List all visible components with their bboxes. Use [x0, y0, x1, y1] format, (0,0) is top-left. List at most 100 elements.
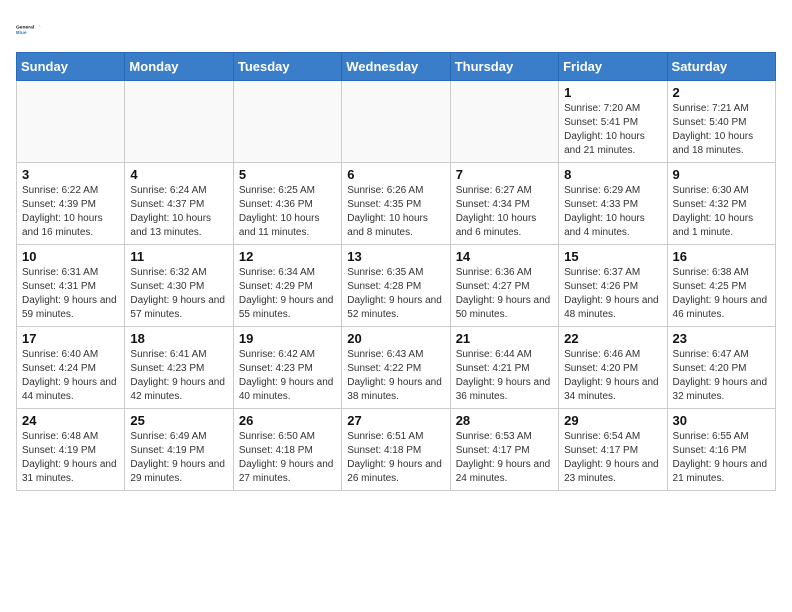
weekday-header: Sunday — [17, 53, 125, 81]
day-number: 2 — [673, 85, 770, 100]
day-info: Sunrise: 6:35 AM Sunset: 4:28 PM Dayligh… — [347, 266, 444, 322]
weekday-header: Saturday — [667, 53, 775, 81]
calendar-cell — [450, 81, 558, 163]
day-number: 27 — [347, 413, 444, 428]
calendar-cell: 28 Sunrise: 6:53 AM Sunset: 4:17 PM Dayli… — [450, 409, 558, 491]
day-info: Sunrise: 6:31 AM Sunset: 4:31 PM Dayligh… — [22, 266, 119, 322]
calendar-cell: 24 Sunrise: 6:48 AM Sunset: 4:19 PM Dayli… — [17, 409, 125, 491]
day-info: Sunrise: 6:55 AM Sunset: 4:16 PM Dayligh… — [673, 430, 770, 486]
calendar-cell: 20 Sunrise: 6:43 AM Sunset: 4:22 PM Dayli… — [342, 327, 450, 409]
day-info: Sunrise: 6:36 AM Sunset: 4:27 PM Dayligh… — [456, 266, 553, 322]
day-info: Sunrise: 6:24 AM Sunset: 4:37 PM Dayligh… — [130, 184, 227, 240]
day-info: Sunrise: 6:49 AM Sunset: 4:19 PM Dayligh… — [130, 430, 227, 486]
calendar-cell: 19 Sunrise: 6:42 AM Sunset: 4:23 PM Dayli… — [233, 327, 341, 409]
calendar-cell: 15 Sunrise: 6:37 AM Sunset: 4:26 PM Dayli… — [559, 245, 667, 327]
day-info: Sunrise: 6:27 AM Sunset: 4:34 PM Dayligh… — [456, 184, 553, 240]
day-number: 22 — [564, 331, 661, 346]
logo: GeneralBlue — [16, 16, 44, 44]
day-number: 23 — [673, 331, 770, 346]
day-info: Sunrise: 6:46 AM Sunset: 4:20 PM Dayligh… — [564, 348, 661, 404]
calendar-cell: 9 Sunrise: 6:30 AM Sunset: 4:32 PM Daylig… — [667, 163, 775, 245]
calendar-cell: 1 Sunrise: 7:20 AM Sunset: 5:41 PM Daylig… — [559, 81, 667, 163]
day-info: Sunrise: 6:53 AM Sunset: 4:17 PM Dayligh… — [456, 430, 553, 486]
day-info: Sunrise: 6:37 AM Sunset: 4:26 PM Dayligh… — [564, 266, 661, 322]
calendar-cell: 22 Sunrise: 6:46 AM Sunset: 4:20 PM Dayli… — [559, 327, 667, 409]
day-info: Sunrise: 6:40 AM Sunset: 4:24 PM Dayligh… — [22, 348, 119, 404]
calendar-cell: 10 Sunrise: 6:31 AM Sunset: 4:31 PM Dayli… — [17, 245, 125, 327]
day-info: Sunrise: 6:29 AM Sunset: 4:33 PM Dayligh… — [564, 184, 661, 240]
calendar-cell: 21 Sunrise: 6:44 AM Sunset: 4:21 PM Dayli… — [450, 327, 558, 409]
day-number: 10 — [22, 249, 119, 264]
calendar-cell: 5 Sunrise: 6:25 AM Sunset: 4:36 PM Daylig… — [233, 163, 341, 245]
day-info: Sunrise: 6:47 AM Sunset: 4:20 PM Dayligh… — [673, 348, 770, 404]
page-header: GeneralBlue — [16, 16, 776, 44]
day-number: 26 — [239, 413, 336, 428]
calendar-cell — [17, 81, 125, 163]
day-info: Sunrise: 6:43 AM Sunset: 4:22 PM Dayligh… — [347, 348, 444, 404]
calendar-cell: 3 Sunrise: 6:22 AM Sunset: 4:39 PM Daylig… — [17, 163, 125, 245]
day-number: 5 — [239, 167, 336, 182]
day-number: 24 — [22, 413, 119, 428]
day-info: Sunrise: 6:48 AM Sunset: 4:19 PM Dayligh… — [22, 430, 119, 486]
calendar-week-row: 17 Sunrise: 6:40 AM Sunset: 4:24 PM Dayli… — [17, 327, 776, 409]
day-info: Sunrise: 6:54 AM Sunset: 4:17 PM Dayligh… — [564, 430, 661, 486]
calendar-cell: 16Sunrise: 6:38 AM Sunset: 4:25 PM Dayli… — [667, 245, 775, 327]
calendar-cell — [125, 81, 233, 163]
day-info: Sunrise: 6:51 AM Sunset: 4:18 PM Dayligh… — [347, 430, 444, 486]
day-number: 30 — [673, 413, 770, 428]
day-info: Sunrise: 6:34 AM Sunset: 4:29 PM Dayligh… — [239, 266, 336, 322]
day-info: Sunrise: 6:44 AM Sunset: 4:21 PM Dayligh… — [456, 348, 553, 404]
day-number: 1 — [564, 85, 661, 100]
day-info: Sunrise: 6:32 AM Sunset: 4:30 PM Dayligh… — [130, 266, 227, 322]
day-info: Sunrise: 7:21 AM Sunset: 5:40 PM Dayligh… — [673, 102, 770, 158]
day-number: 29 — [564, 413, 661, 428]
calendar-cell: 2 Sunrise: 7:21 AM Sunset: 5:40 PM Daylig… — [667, 81, 775, 163]
weekday-header: Tuesday — [233, 53, 341, 81]
day-number: 17 — [22, 331, 119, 346]
day-number: 25 — [130, 413, 227, 428]
day-number: 11 — [130, 249, 227, 264]
day-info: Sunrise: 6:50 AM Sunset: 4:18 PM Dayligh… — [239, 430, 336, 486]
day-number: 19 — [239, 331, 336, 346]
calendar-cell: 12 Sunrise: 6:34 AM Sunset: 4:29 PM Dayli… — [233, 245, 341, 327]
day-number: 3 — [22, 167, 119, 182]
calendar-cell: 30 Sunrise: 6:55 AM Sunset: 4:16 PM Dayli… — [667, 409, 775, 491]
calendar-cell: 13 Sunrise: 6:35 AM Sunset: 4:28 PM Dayli… — [342, 245, 450, 327]
calendar-week-row: 1 Sunrise: 7:20 AM Sunset: 5:41 PM Daylig… — [17, 81, 776, 163]
calendar-cell: 8 Sunrise: 6:29 AM Sunset: 4:33 PM Daylig… — [559, 163, 667, 245]
day-number: 13 — [347, 249, 444, 264]
svg-text:Blue: Blue — [16, 30, 27, 36]
day-number: 7 — [456, 167, 553, 182]
day-number: 12 — [239, 249, 336, 264]
calendar-cell: 26 Sunrise: 6:50 AM Sunset: 4:18 PM Dayli… — [233, 409, 341, 491]
calendar-week-row: 3 Sunrise: 6:22 AM Sunset: 4:39 PM Daylig… — [17, 163, 776, 245]
day-number: 15 — [564, 249, 661, 264]
day-info: Sunrise: 6:30 AM Sunset: 4:32 PM Dayligh… — [673, 184, 770, 240]
day-number: 21 — [456, 331, 553, 346]
day-number: 4 — [130, 167, 227, 182]
calendar-cell: 6Sunrise: 6:26 AM Sunset: 4:35 PM Daylig… — [342, 163, 450, 245]
day-info: Sunrise: 6:25 AM Sunset: 4:36 PM Dayligh… — [239, 184, 336, 240]
day-number: 8 — [564, 167, 661, 182]
calendar-cell: 4 Sunrise: 6:24 AM Sunset: 4:37 PM Daylig… — [125, 163, 233, 245]
weekday-header: Friday — [559, 53, 667, 81]
calendar-week-row: 10 Sunrise: 6:31 AM Sunset: 4:31 PM Dayli… — [17, 245, 776, 327]
calendar-cell: 11 Sunrise: 6:32 AM Sunset: 4:30 PM Dayli… — [125, 245, 233, 327]
weekday-header: Monday — [125, 53, 233, 81]
calendar-header-row: SundayMondayTuesdayWednesdayThursdayFrid… — [17, 53, 776, 81]
day-info: Sunrise: 7:20 AM Sunset: 5:41 PM Dayligh… — [564, 102, 661, 158]
calendar-cell: 25 Sunrise: 6:49 AM Sunset: 4:19 PM Dayli… — [125, 409, 233, 491]
day-number: 6 — [347, 167, 444, 182]
day-number: 14 — [456, 249, 553, 264]
day-info: Sunrise: 6:41 AM Sunset: 4:23 PM Dayligh… — [130, 348, 227, 404]
calendar-cell: 7 Sunrise: 6:27 AM Sunset: 4:34 PM Daylig… — [450, 163, 558, 245]
day-number: 20 — [347, 331, 444, 346]
day-number: 28 — [456, 413, 553, 428]
day-number: 9 — [673, 167, 770, 182]
calendar-cell: 23 Sunrise: 6:47 AM Sunset: 4:20 PM Dayli… — [667, 327, 775, 409]
day-info: Sunrise: 6:22 AM Sunset: 4:39 PM Dayligh… — [22, 184, 119, 240]
calendar-week-row: 24 Sunrise: 6:48 AM Sunset: 4:19 PM Dayli… — [17, 409, 776, 491]
calendar-cell — [342, 81, 450, 163]
calendar-table: SundayMondayTuesdayWednesdayThursdayFrid… — [16, 52, 776, 491]
day-info: Sunrise: 6:42 AM Sunset: 4:23 PM Dayligh… — [239, 348, 336, 404]
